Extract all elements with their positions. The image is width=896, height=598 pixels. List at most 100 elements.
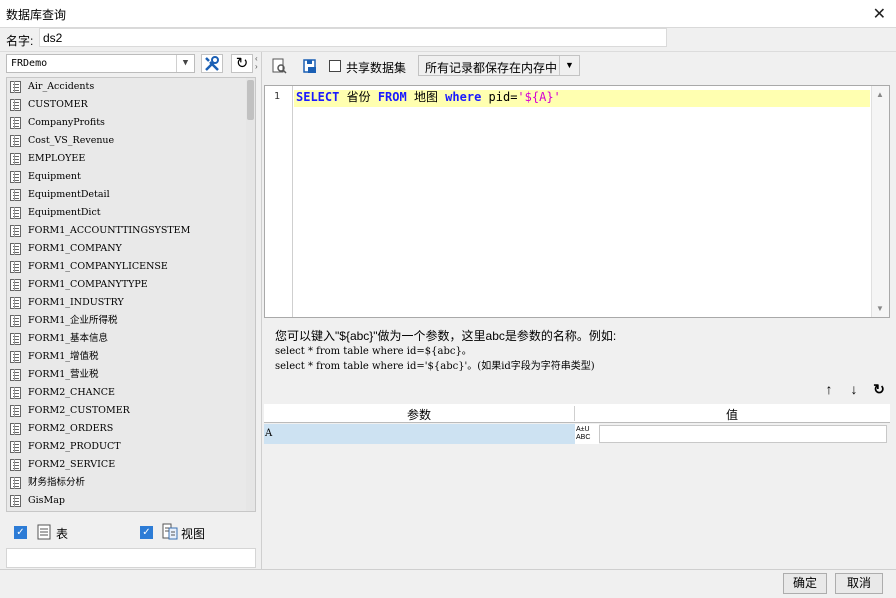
table-icon bbox=[10, 477, 21, 489]
table-icon bbox=[10, 207, 21, 219]
table-icon bbox=[10, 423, 21, 435]
list-item[interactable]: FORM1_企业所得税 bbox=[7, 312, 255, 330]
table-icon bbox=[10, 405, 21, 417]
param-name-cell[interactable]: A bbox=[264, 424, 575, 444]
list-item[interactable]: FORM1_ACCOUNTTINGSYSTEM bbox=[7, 222, 255, 240]
table-name: 财务指标分析 bbox=[28, 477, 86, 488]
tables-label: 表 bbox=[56, 527, 69, 541]
table-name: FORM1_COMPANYLICENSE bbox=[28, 261, 168, 272]
list-item[interactable]: EquipmentDict bbox=[7, 204, 255, 222]
table-name: FORM1_COMPANYTYPE bbox=[28, 279, 148, 290]
type-selector-icon[interactable]: A±U ABC bbox=[575, 424, 599, 444]
preview-button[interactable] bbox=[269, 56, 289, 76]
type-icon-bottom: ABC bbox=[576, 434, 591, 441]
close-icon[interactable]: ✕ bbox=[873, 4, 886, 24]
ok-button[interactable]: 确定 bbox=[783, 573, 827, 594]
scroll-down-icon[interactable]: ▼ bbox=[876, 304, 884, 313]
table-name: FORM2_SERVICE bbox=[28, 459, 116, 470]
list-item[interactable]: FORM1_COMPANYLICENSE bbox=[7, 258, 255, 276]
list-item[interactable]: FORM1_营业税 bbox=[7, 366, 255, 384]
table-icon bbox=[37, 524, 51, 540]
sql-keyword-where: where bbox=[445, 90, 482, 104]
database-select-value: FRDemo bbox=[11, 58, 48, 69]
table-icon bbox=[10, 315, 21, 327]
list-item[interactable]: EquipmentDetail bbox=[7, 186, 255, 204]
table-name: FORM2_CUSTOMER bbox=[28, 405, 130, 416]
editor-scrollbar[interactable]: ▲ ▼ bbox=[871, 86, 889, 317]
table-name: Air_Accidents bbox=[28, 81, 95, 92]
refresh-icon: ↻ bbox=[235, 55, 249, 72]
list-item[interactable]: CUSTOMER bbox=[7, 96, 255, 114]
list-item[interactable]: Air_Accidents bbox=[7, 78, 255, 96]
table-icon bbox=[10, 351, 21, 363]
table-name: EquipmentDetail bbox=[28, 189, 110, 200]
name-label: 名字: bbox=[6, 34, 34, 48]
list-item[interactable]: FORM1_COMPANYTYPE bbox=[7, 276, 255, 294]
param-value-input[interactable] bbox=[599, 425, 887, 443]
table-icon bbox=[10, 495, 21, 507]
panel-splitter[interactable] bbox=[261, 52, 262, 569]
database-select[interactable]: FRDemo ▼ bbox=[6, 54, 195, 73]
refresh-params-button[interactable]: ↻ bbox=[870, 380, 888, 398]
table-icon bbox=[10, 261, 21, 273]
scroll-arrows-icon[interactable]: ‹ › bbox=[255, 55, 258, 71]
table-icon bbox=[10, 153, 21, 165]
sql-code-line[interactable]: SELECT 省份 FROM 地图 where pid='${A}' bbox=[294, 90, 870, 107]
list-item[interactable]: FORM1_COMPANY bbox=[7, 240, 255, 258]
sql-editor[interactable]: 1 SELECT 省份 FROM 地图 where pid='${A}' ▲ ▼ bbox=[264, 85, 890, 318]
arrow-up-icon: ↑ bbox=[825, 381, 833, 397]
refresh-button[interactable]: ↻ bbox=[231, 54, 253, 73]
storage-mode-value: 所有记录都保存在内存中 bbox=[425, 61, 558, 75]
table-name: FORM1_增值税 bbox=[28, 351, 99, 362]
list-item[interactable]: Equipment bbox=[7, 168, 255, 186]
name-input[interactable] bbox=[39, 28, 667, 47]
list-item[interactable]: CompanyProfits bbox=[7, 114, 255, 132]
list-item[interactable]: FORM1_基本信息 bbox=[7, 330, 255, 348]
list-item[interactable]: 财务指标分析 bbox=[7, 474, 255, 492]
list-item[interactable]: EMPLOYEE bbox=[7, 150, 255, 168]
table-icon bbox=[10, 333, 21, 345]
table-name: CUSTOMER bbox=[28, 99, 88, 110]
type-icon-top: A±U bbox=[576, 426, 590, 433]
table-icon bbox=[10, 441, 21, 453]
list-item[interactable]: FORM2_PRODUCT bbox=[7, 438, 255, 456]
cancel-button[interactable]: 取消 bbox=[835, 573, 883, 594]
move-up-button[interactable]: ↑ bbox=[820, 380, 838, 398]
divider bbox=[0, 51, 896, 52]
arrow-down-icon: ↓ bbox=[850, 381, 858, 397]
scroll-up-icon[interactable]: ▲ bbox=[876, 90, 884, 99]
list-item[interactable]: GisMap bbox=[7, 492, 255, 510]
chevron-down-icon[interactable]: ▼ bbox=[176, 55, 194, 72]
list-item[interactable]: FORM1_增值税 bbox=[7, 348, 255, 366]
list-item[interactable]: FORM2_CHANCE bbox=[7, 384, 255, 402]
view-icon bbox=[162, 523, 178, 540]
table-row[interactable]: A A±U ABC bbox=[264, 424, 890, 444]
table-icon bbox=[10, 189, 21, 201]
tables-checkbox[interactable]: ✓ bbox=[14, 526, 27, 539]
list-item[interactable]: FORM2_ORDERS bbox=[7, 420, 255, 438]
help-line-3: select * from table where id='${abc}'。(如… bbox=[275, 361, 595, 372]
table-header: 参数 值 bbox=[264, 404, 890, 423]
share-dataset-checkbox[interactable] bbox=[329, 60, 341, 72]
chevron-down-icon[interactable]: ▼ bbox=[559, 56, 579, 75]
table-icon bbox=[10, 369, 21, 381]
move-down-button[interactable]: ↓ bbox=[845, 380, 863, 398]
storage-mode-select[interactable]: 所有记录都保存在内存中 ▼ bbox=[418, 55, 580, 76]
list-item[interactable]: Cost_VS_Revenue bbox=[7, 132, 255, 150]
list-item[interactable]: FORM2_SERVICE bbox=[7, 456, 255, 474]
tools-icon bbox=[205, 56, 219, 71]
window-title: 数据库查询 bbox=[6, 8, 67, 22]
save-button[interactable] bbox=[300, 56, 320, 76]
table-filter-input[interactable] bbox=[6, 548, 256, 568]
table-icon bbox=[10, 387, 21, 399]
table-name: CompanyProfits bbox=[28, 117, 105, 128]
parameter-help: 您可以键入"${abc}"做为一个参数，这里abc是参数的名称。例如: sele… bbox=[275, 328, 875, 374]
sql-text: 省份 bbox=[339, 90, 378, 104]
save-icon bbox=[303, 59, 316, 73]
views-label: 视图 bbox=[181, 527, 206, 541]
sql-text: 地图 bbox=[406, 90, 446, 104]
views-checkbox[interactable]: ✓ bbox=[140, 526, 153, 539]
connection-settings-button[interactable] bbox=[201, 54, 223, 73]
list-item[interactable]: FORM1_INDUSTRY bbox=[7, 294, 255, 312]
list-item[interactable]: FORM2_CUSTOMER bbox=[7, 402, 255, 420]
